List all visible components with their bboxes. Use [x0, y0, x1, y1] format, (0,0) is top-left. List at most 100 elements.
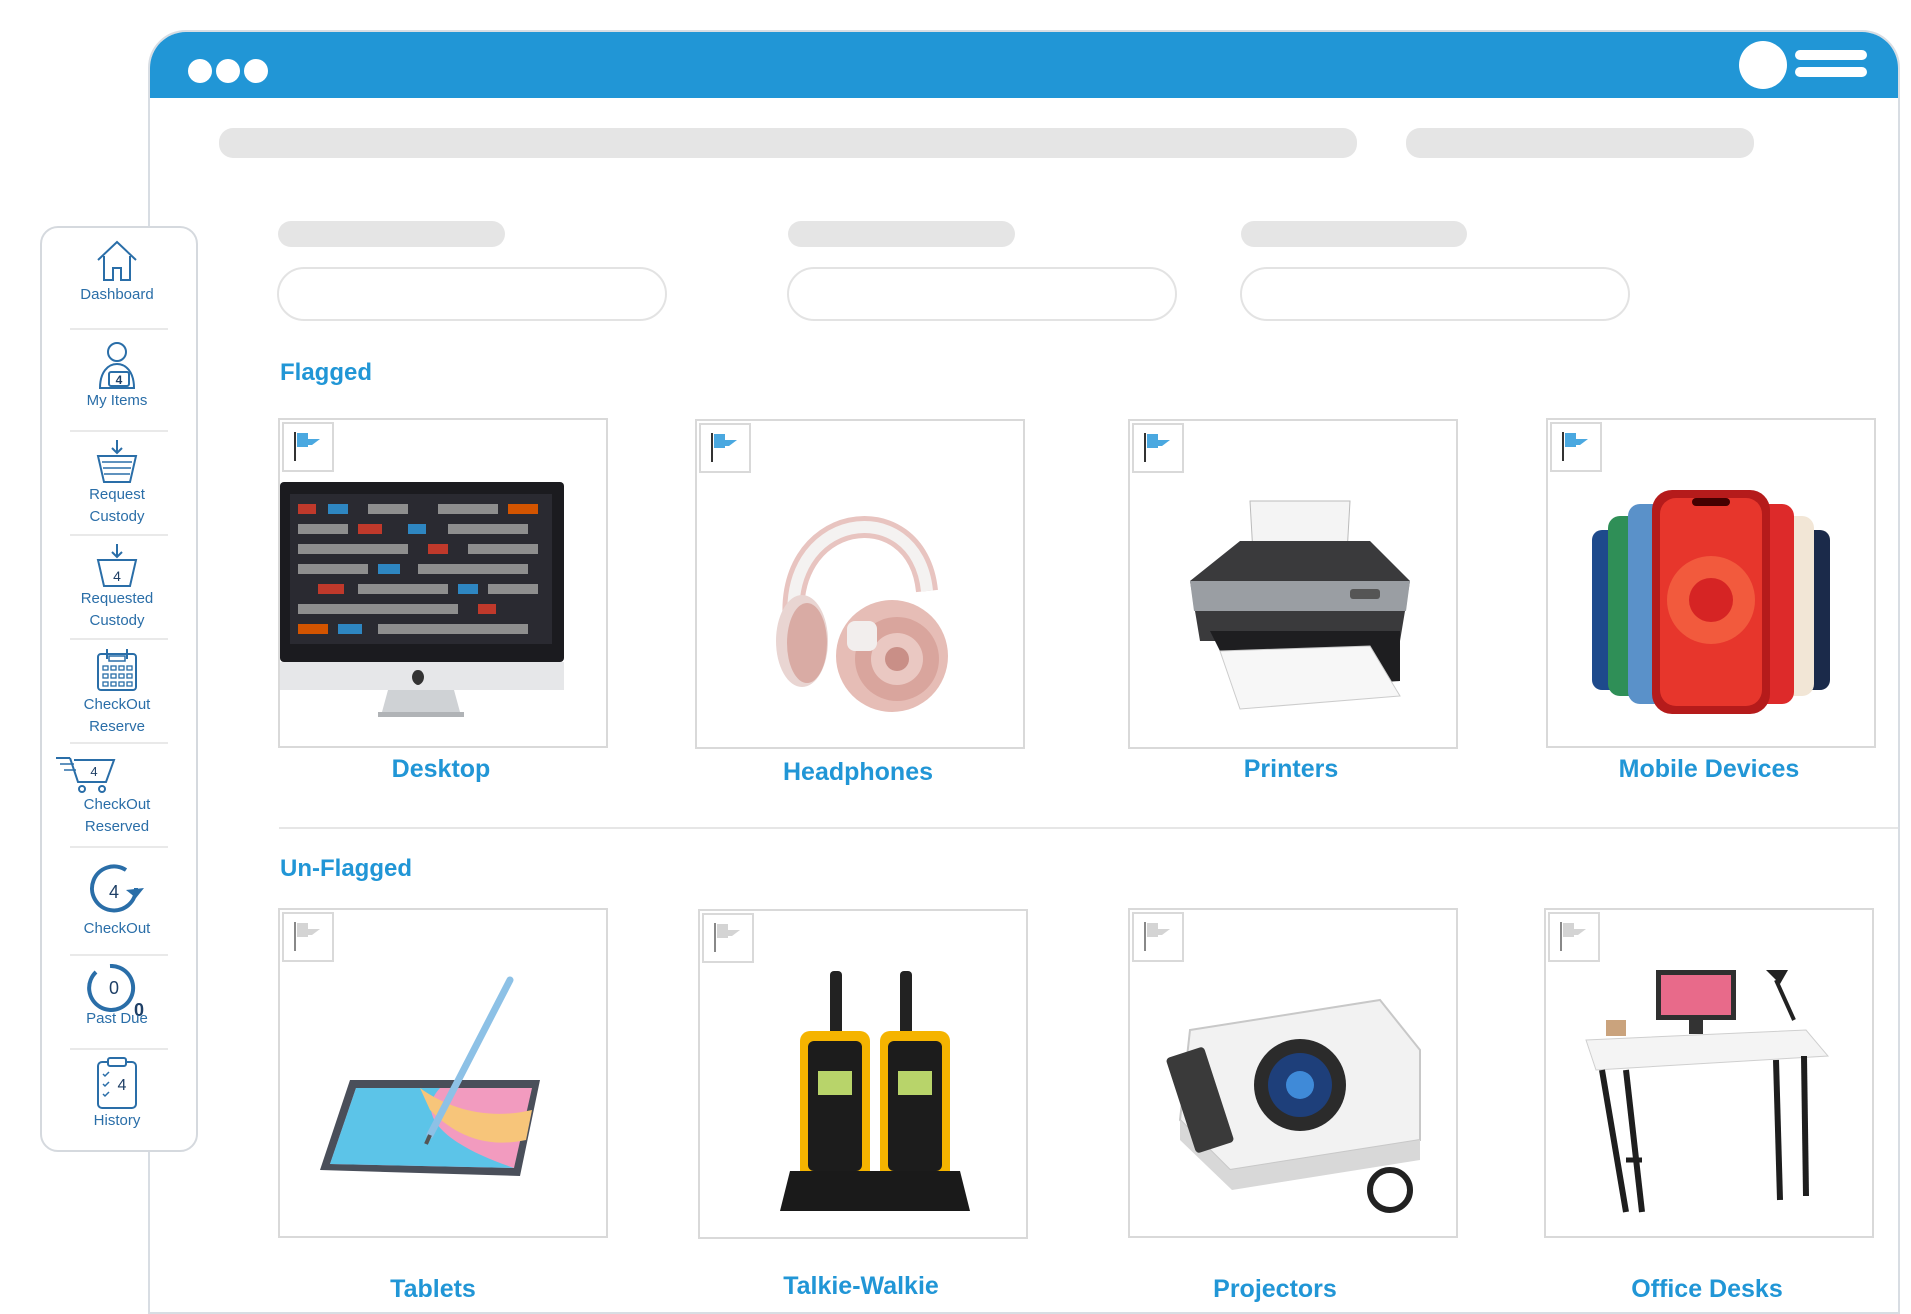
sidebar-divider — [70, 534, 168, 536]
flag-icon — [1560, 922, 1586, 951]
flag-icon — [714, 923, 740, 952]
sidebar-item-label: My Items — [86, 392, 148, 409]
window-control-dot[interactable] — [244, 59, 268, 83]
sidebar-item-checkout[interactable]: 4 CheckOut — [52, 864, 182, 940]
home-icon — [97, 240, 137, 281]
item-card-mobile-devices[interactable] — [1546, 418, 1876, 748]
badge-count: 0 — [109, 978, 119, 998]
item-label[interactable]: Projectors — [1112, 1275, 1438, 1304]
item-label[interactable]: Desktop — [278, 755, 604, 784]
flag-icon — [1144, 922, 1170, 951]
flag-icon — [294, 432, 320, 461]
filter-field[interactable] — [1240, 267, 1630, 321]
sidebar-item-label: History — [93, 1112, 141, 1129]
window-control-dot[interactable] — [216, 59, 240, 83]
section-title-flagged: Flagged — [280, 359, 373, 386]
refresh-icon: 4 — [90, 864, 144, 913]
filter-label-placeholder — [278, 221, 505, 247]
sidebar-item-my-items[interactable]: 4 My Items — [52, 342, 182, 412]
badge-count: 4 — [109, 882, 119, 902]
sidebar-divider — [70, 638, 168, 640]
item-card-projectors[interactable] — [1128, 908, 1458, 1238]
badge-count: 4 — [90, 764, 97, 779]
badge-count: 4 — [113, 568, 121, 584]
headphones-image — [776, 516, 948, 712]
sidebar-item-checkout-reserve[interactable]: CheckOut Reserve — [52, 646, 182, 738]
sidebar-item-checkout-reserved[interactable]: 4 CheckOut Reserved — [52, 754, 182, 838]
sidebar: Dashboard 4 My Items Request Custody 4 R… — [40, 226, 198, 1152]
sidebar-item-history[interactable]: 4 History — [52, 1056, 182, 1132]
office-desk-image — [1585, 970, 1830, 1213]
item-card-headphones[interactable] — [695, 419, 1025, 749]
sidebar-item-label: CheckOut — [83, 920, 151, 937]
sidebar-item-dashboard[interactable]: Dashboard — [52, 238, 182, 306]
sidebar-item-label: CheckOut Reserve — [83, 696, 151, 735]
item-card-office-desks[interactable] — [1544, 908, 1874, 1238]
item-label[interactable]: Talkie-Walkie — [698, 1272, 1024, 1301]
sidebar-item-requested-custody[interactable]: 4 Requested Custody — [52, 542, 182, 632]
sidebar-item-request-custody[interactable]: Request Custody — [52, 438, 182, 528]
clipboard-icon: 4 — [97, 1057, 137, 1109]
badge-count: 4 — [118, 1077, 127, 1094]
flag-toggle[interactable] — [1548, 912, 1600, 962]
window-control-dot[interactable] — [188, 59, 212, 83]
flag-icon — [1144, 433, 1170, 462]
flag-toggle[interactable] — [1132, 423, 1184, 473]
basket-icon — [96, 440, 138, 483]
badge-count: 4 — [116, 373, 123, 387]
user-items-icon: 4 — [98, 342, 136, 389]
sidebar-divider — [70, 954, 168, 956]
projector-image — [1166, 998, 1421, 1213]
sidebar-item-label: Request Custody — [89, 486, 145, 525]
section-divider — [279, 827, 1898, 829]
walkie-talkie-image — [780, 971, 970, 1211]
calendar-icon — [97, 649, 137, 691]
flag-toggle[interactable] — [1132, 912, 1184, 962]
item-label[interactable]: Printers — [1128, 755, 1454, 784]
desktop-image — [280, 482, 564, 717]
mobile-devices-image — [1592, 490, 1830, 714]
filter-field[interactable] — [787, 267, 1177, 321]
sidebar-item-label: Past Due — [86, 1010, 148, 1027]
filter-label-placeholder — [788, 221, 1015, 247]
item-label[interactable]: Headphones — [695, 758, 1021, 787]
flag-icon — [1562, 432, 1588, 461]
menu-icon[interactable] — [1795, 50, 1867, 60]
tablet-image — [320, 976, 540, 1176]
item-card-tablets[interactable] — [278, 908, 608, 1238]
item-card-printers[interactable] — [1128, 419, 1458, 749]
item-label[interactable]: Tablets — [270, 1275, 596, 1304]
basket-icon: 4 — [96, 544, 138, 587]
item-card-talkie-walkie[interactable] — [698, 909, 1028, 1239]
avatar[interactable] — [1739, 41, 1787, 89]
flag-toggle[interactable] — [1550, 422, 1602, 472]
sidebar-divider — [70, 742, 168, 744]
item-label[interactable]: Office Desks — [1544, 1275, 1870, 1304]
flag-toggle[interactable] — [702, 913, 754, 963]
sidebar-item-label: Requested Custody — [80, 590, 154, 629]
sidebar-item-label: CheckOut Reserved — [83, 796, 151, 835]
flag-icon — [711, 433, 737, 462]
browser-window: Flagged Desktop Headphones Printers Mobi… — [148, 30, 1900, 1314]
search-bar-placeholder[interactable] — [219, 128, 1357, 158]
flag-icon — [294, 922, 320, 951]
action-bar-placeholder[interactable] — [1406, 128, 1754, 158]
menu-icon[interactable] — [1795, 67, 1867, 77]
printer-image — [1190, 500, 1410, 710]
flag-toggle[interactable] — [699, 423, 751, 473]
title-bar — [150, 32, 1898, 98]
sidebar-divider — [70, 328, 168, 330]
filter-label-placeholder — [1241, 221, 1467, 247]
sidebar-item-past-due[interactable]: 0 0 Past Due — [52, 964, 182, 1030]
sidebar-divider — [70, 430, 168, 432]
flag-toggle[interactable] — [282, 422, 334, 472]
item-label[interactable]: Mobile Devices — [1546, 755, 1872, 784]
flag-toggle[interactable] — [282, 912, 334, 962]
sidebar-divider — [70, 1048, 168, 1050]
cart-icon: 4 — [56, 757, 116, 793]
filter-field[interactable] — [277, 267, 667, 321]
item-card-desktop[interactable] — [278, 418, 608, 748]
sidebar-item-label: Dashboard — [80, 286, 154, 303]
section-title-unflagged: Un-Flagged — [280, 855, 412, 882]
sidebar-divider — [70, 846, 168, 848]
